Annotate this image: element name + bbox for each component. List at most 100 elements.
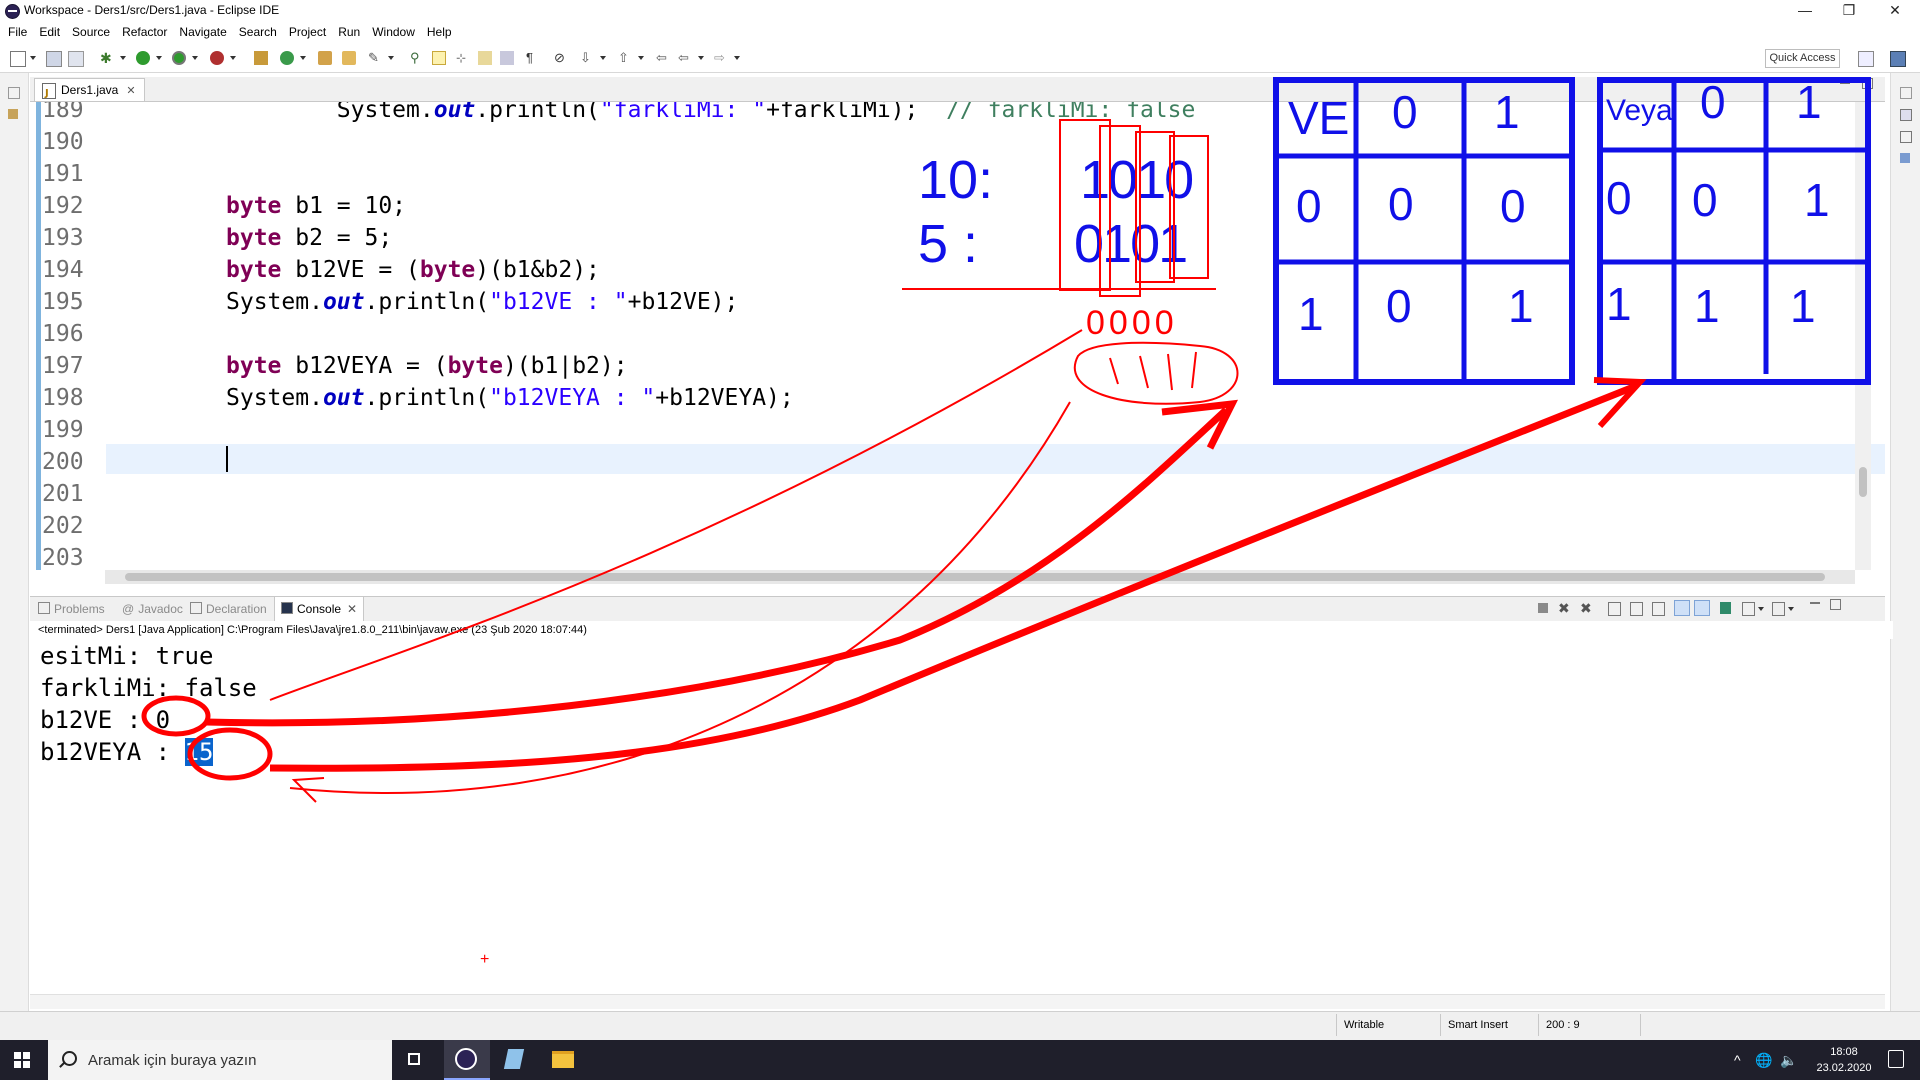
task-view-button[interactable]	[392, 1040, 438, 1080]
minimize-view-icon[interactable]	[1810, 602, 1820, 604]
coverage-icon[interactable]	[172, 51, 186, 65]
open-console-dropdown-icon[interactable]	[1788, 607, 1794, 611]
taskbar-search-box[interactable]: Aramak için buraya yazın	[48, 1040, 392, 1080]
taskbar-notes-app[interactable]	[492, 1040, 538, 1080]
menu-edit[interactable]: Edit	[33, 22, 66, 42]
editor-horizontal-scrollbar[interactable]	[105, 570, 1855, 584]
code-editor[interactable]: 189 190 191 192 193 194 195 196 197 198 199 200 201 2…	[30, 102, 1885, 570]
search-dropdown-icon[interactable]	[388, 56, 394, 60]
show-whitespace-icon[interactable]	[500, 51, 514, 65]
scroll-lock-icon[interactable]	[1630, 602, 1643, 616]
menu-help[interactable]: Help	[421, 22, 458, 42]
next-annotation-icon[interactable]: ⇩	[580, 51, 594, 65]
remove-all-launches-icon[interactable]: ✖	[1580, 600, 1592, 617]
new-java-project-icon[interactable]	[254, 51, 268, 65]
show-stdout-icon[interactable]	[1674, 600, 1690, 616]
network-icon[interactable]: 🌐	[1755, 1052, 1772, 1069]
minimize-button[interactable]: —	[1782, 0, 1828, 22]
restore-icon[interactable]	[8, 87, 20, 99]
clear-console-icon[interactable]	[1608, 602, 1621, 616]
skip-breakpoints-icon[interactable]: ⊘	[554, 51, 568, 65]
external-tools-icon[interactable]	[210, 51, 224, 65]
menu-window[interactable]: Window	[366, 22, 421, 42]
display-console-icon[interactable]	[1742, 602, 1755, 616]
taskbar-clock[interactable]: 18:08 23.02.2020	[1808, 1044, 1880, 1076]
maximize-view-icon[interactable]	[1830, 599, 1841, 610]
back-icon[interactable]: ⇦	[678, 51, 692, 65]
external-tools-dropdown-icon[interactable]	[230, 56, 236, 60]
open-type-icon[interactable]	[318, 51, 332, 65]
save-all-icon[interactable]	[68, 51, 84, 67]
display-console-dropdown-icon[interactable]	[1758, 607, 1764, 611]
block-selection-icon[interactable]: ⊹	[456, 51, 470, 65]
save-icon[interactable]	[46, 51, 62, 67]
close-console-icon[interactable]: ✕	[347, 602, 357, 616]
back-dropdown-icon[interactable]	[698, 56, 704, 60]
tab-problems[interactable]: Problems	[38, 597, 105, 621]
debug-dropdown-icon[interactable]	[120, 56, 126, 60]
remove-launch-icon[interactable]: ✖	[1558, 600, 1570, 617]
console-vertical-scrollbar[interactable]	[1869, 640, 1885, 1000]
new-class-dropdown-icon[interactable]	[300, 56, 306, 60]
package-explorer-icon[interactable]	[8, 109, 18, 119]
task-list-icon[interactable]	[1900, 109, 1912, 121]
search-icon[interactable]: ✎	[368, 51, 382, 65]
close-tab-icon[interactable]: ✕	[126, 85, 135, 97]
quick-access-input[interactable]: Quick Access	[1765, 49, 1840, 68]
menu-refactor[interactable]: Refactor	[116, 22, 173, 42]
run-icon[interactable]	[136, 51, 150, 65]
tab-declaration[interactable]: Declaration	[190, 597, 267, 621]
notification-center-icon[interactable]	[1888, 1050, 1904, 1068]
pin-console-icon[interactable]	[1720, 602, 1731, 614]
restore-outline-icon[interactable]	[1900, 131, 1912, 143]
terminate-icon[interactable]	[1538, 603, 1548, 613]
tab-console[interactable]: Console ✕	[274, 597, 365, 621]
menu-navigate[interactable]: Navigate	[173, 22, 232, 42]
windows-start-icon[interactable]	[14, 1052, 30, 1068]
menu-source[interactable]: Source	[66, 22, 116, 42]
outline-icon[interactable]	[1900, 153, 1910, 163]
new-dropdown-icon[interactable]	[30, 56, 36, 60]
close-button[interactable]: ✕	[1872, 0, 1918, 22]
new-java-class-icon[interactable]	[280, 51, 294, 65]
maximize-button[interactable]: ❐	[1826, 0, 1872, 22]
tab-javadoc[interactable]: @ Javadoc	[122, 597, 183, 621]
debug-icon[interactable]: ✱	[100, 51, 114, 65]
run-dropdown-icon[interactable]	[156, 56, 162, 60]
new-icon[interactable]	[10, 51, 26, 67]
next-annotation-dropdown-icon[interactable]	[600, 56, 606, 60]
last-edit-icon[interactable]: ⇦	[656, 51, 670, 65]
previous-annotation-icon[interactable]: ⇧	[618, 51, 632, 65]
show-stderr-icon[interactable]	[1694, 600, 1710, 616]
forward-dropdown-icon[interactable]	[734, 56, 740, 60]
minimize-editor-icon[interactable]	[1840, 82, 1850, 84]
word-wrap-icon[interactable]	[478, 51, 492, 65]
forward-icon[interactable]: ⇨	[714, 51, 728, 65]
maximize-editor-icon[interactable]	[1862, 78, 1873, 89]
open-console-icon[interactable]	[1772, 602, 1785, 616]
editor-vertical-scrollbar[interactable]	[1855, 102, 1871, 570]
taskbar-eclipse[interactable]	[444, 1040, 490, 1080]
previous-annotation-dropdown-icon[interactable]	[638, 56, 644, 60]
paragraph-icon[interactable]: ¶	[526, 51, 540, 65]
coverage-dropdown-icon[interactable]	[192, 56, 198, 60]
editor-hscroll-thumb[interactable]	[125, 573, 1825, 581]
menu-run[interactable]: Run	[332, 22, 366, 42]
menu-file[interactable]: File	[0, 22, 33, 42]
console-output[interactable]: esitMi: true farkliMi: false b12VE : 0 b…	[30, 640, 1885, 1000]
taskbar-file-explorer[interactable]	[540, 1040, 586, 1080]
mark-occurrences-icon[interactable]	[432, 51, 446, 65]
open-task-icon[interactable]	[342, 51, 356, 65]
menu-search[interactable]: Search	[233, 22, 283, 42]
menu-project[interactable]: Project	[283, 22, 332, 42]
toggle-breadcrumb-icon[interactable]: ⚲	[410, 51, 424, 65]
volume-icon[interactable]: 🔈	[1780, 1052, 1797, 1069]
open-perspective-icon[interactable]	[1858, 51, 1874, 67]
tab-ders1-java[interactable]: Ders1.java ✕	[34, 78, 145, 105]
editor-scroll-thumb[interactable]	[1859, 467, 1867, 497]
console-horizontal-scrollbar[interactable]	[30, 994, 1885, 1009]
word-wrap-console-icon[interactable]	[1652, 602, 1665, 616]
restore-right-icon[interactable]	[1900, 87, 1912, 99]
java-perspective-icon[interactable]	[1890, 51, 1906, 67]
show-hidden-icons-icon[interactable]: ^	[1734, 1052, 1741, 1068]
